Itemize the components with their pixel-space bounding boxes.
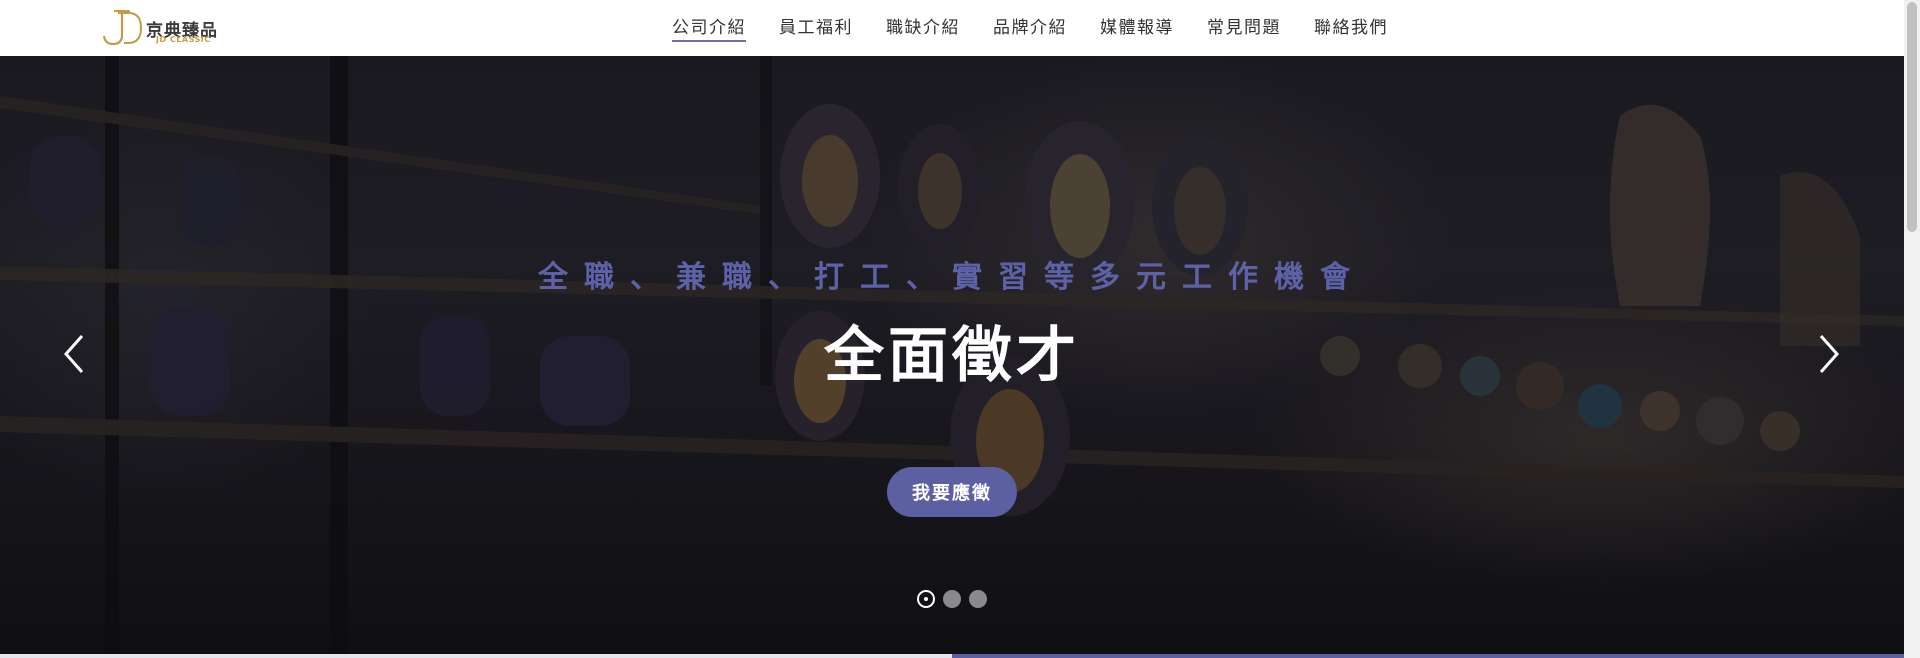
- site-header: 京典臻品 JD CLASSIC 公司介紹 員工福利 職缺介紹 品牌介紹 媒體報導…: [0, 0, 1904, 56]
- hero-subtitle: 全職、兼職、打工、實習等多元工作機會: [538, 260, 1366, 295]
- hero-title: 全面徵才: [824, 321, 1080, 391]
- site-logo[interactable]: 京典臻品 JD CLASSIC: [100, 9, 240, 47]
- jd-monogram-icon: [102, 10, 143, 46]
- chevron-left-icon: [63, 335, 84, 373]
- scrollbar-thumb[interactable]: [1907, 2, 1917, 232]
- slide-progress-bar: [0, 654, 1904, 658]
- nav-item-contact[interactable]: 聯絡我們: [1314, 0, 1388, 43]
- page-scrollbar[interactable]: [1904, 0, 1920, 658]
- nav-item-brand[interactable]: 品牌介紹: [993, 0, 1067, 43]
- nav-item-jobs[interactable]: 職缺介紹: [886, 0, 960, 43]
- carousel-dot-2[interactable]: [943, 590, 961, 608]
- hero-carousel: 全職、兼職、打工、實習等多元工作機會 全面徵才 我要應徵: [0, 56, 1904, 656]
- carousel-next-button[interactable]: [1813, 332, 1843, 376]
- carousel-dots: [917, 590, 987, 608]
- main-nav: 公司介紹 員工福利 職缺介紹 品牌介紹 媒體報導 常見問題 聯絡我們: [672, 0, 1388, 56]
- carousel-prev-button[interactable]: [60, 332, 90, 376]
- slide-progress-fill: [952, 654, 1904, 658]
- nav-item-media[interactable]: 媒體報導: [1100, 0, 1174, 43]
- carousel-dot-3[interactable]: [969, 590, 987, 608]
- apply-button[interactable]: 我要應徵: [887, 467, 1017, 517]
- nav-item-benefits[interactable]: 員工福利: [779, 0, 853, 43]
- nav-item-company[interactable]: 公司介紹: [672, 0, 746, 43]
- logo-subtitle: JD CLASSIC: [156, 35, 211, 44]
- chevron-right-icon: [1819, 335, 1840, 373]
- carousel-dot-1[interactable]: [917, 590, 935, 608]
- nav-item-faq[interactable]: 常見問題: [1207, 0, 1281, 43]
